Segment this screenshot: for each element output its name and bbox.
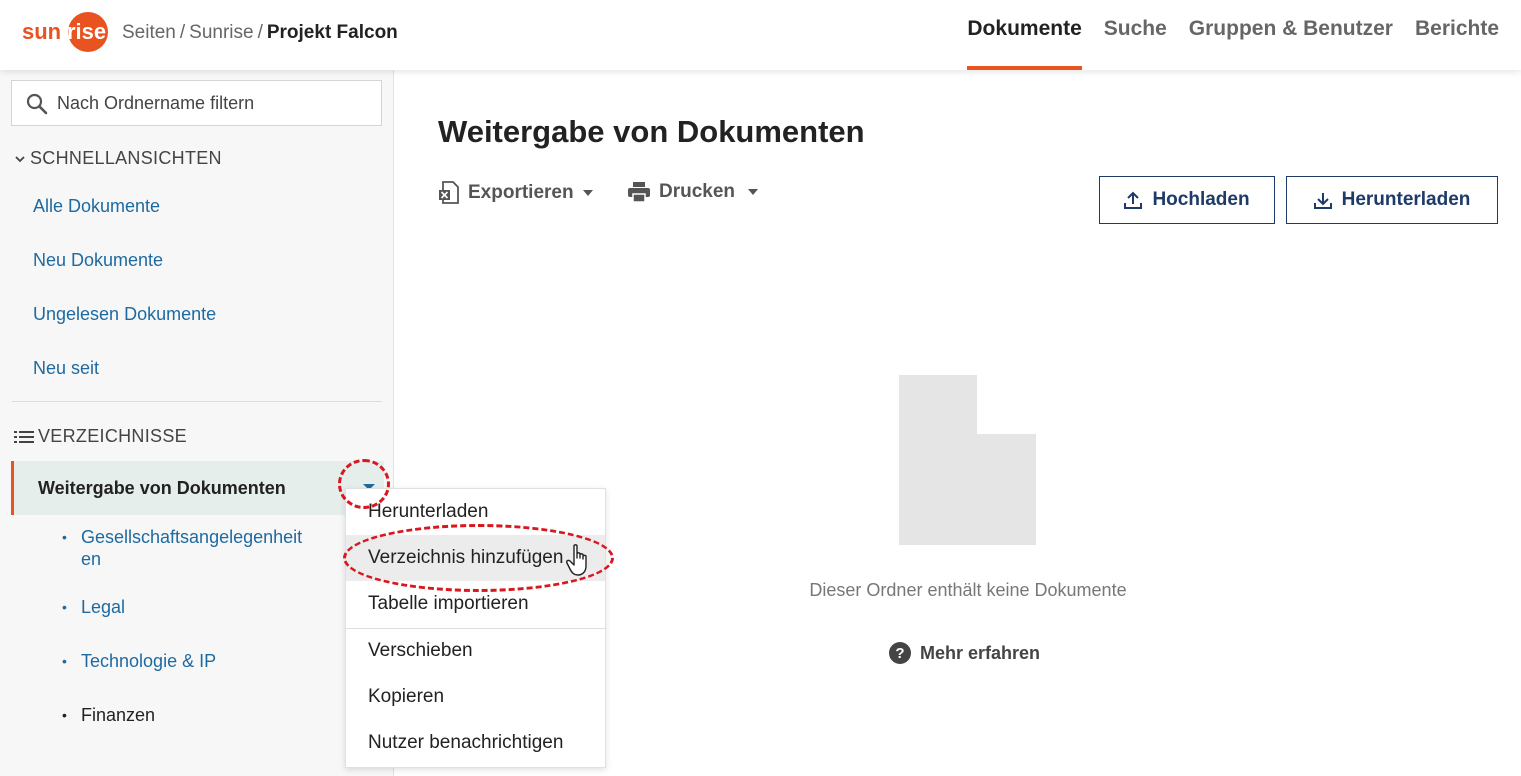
top-navigation: Dokumente Suche Gruppen & Benutzer Beric…: [967, 0, 1499, 70]
svg-text:rise: rise: [67, 19, 106, 44]
bullet-icon: •: [62, 529, 67, 545]
empty-document-icon: [899, 375, 1036, 545]
folder-item-label: Finanzen: [81, 705, 156, 725]
page-title: Weitergabe von Dokumenten: [438, 114, 865, 149]
breadcrumb: Seiten / Sunrise / Projekt Falcon: [122, 22, 398, 44]
print-menu[interactable]: Drucken: [627, 181, 759, 203]
directories-title: VERZEICHNISSE: [38, 426, 187, 446]
sidebar: SCHNELLANSICHTEN Alle Dokumente Neu Doku…: [0, 70, 394, 776]
sidebar-divider: [12, 401, 382, 402]
folder-item-finance[interactable]: • Finanzen: [62, 704, 155, 726]
folder-filter-input[interactable]: [57, 89, 367, 117]
export-label: Exportieren: [468, 182, 574, 203]
quick-view-new-documents[interactable]: Neu Dokumente: [33, 250, 163, 271]
menu-item-import-table[interactable]: Tabelle importieren: [346, 581, 605, 627]
directories-header: VERZEICHNISSE: [14, 426, 187, 447]
svg-text:?: ?: [895, 645, 904, 662]
breadcrumb-current: Projekt Falcon: [266, 22, 398, 43]
hand-cursor-icon: [566, 544, 587, 576]
quick-views-title: SCHNELLANSICHTEN: [30, 148, 222, 168]
upload-icon: [1124, 191, 1143, 209]
menu-item-move[interactable]: Verschieben: [346, 628, 605, 674]
upload-button[interactable]: Hochladen: [1099, 176, 1275, 224]
download-label: Herunterladen: [1341, 189, 1471, 210]
learn-more-label: Mehr erfahren: [920, 642, 1041, 663]
upload-label: Hochladen: [1152, 189, 1250, 210]
download-button[interactable]: Herunterladen: [1286, 176, 1498, 224]
quick-view-unread-documents[interactable]: Ungelesen Dokumente: [33, 304, 216, 325]
folder-item-corporate[interactable]: • Gesellschaftsangelegenheit en: [62, 526, 332, 570]
folder-item-technology[interactable]: • Technologie & IP: [62, 650, 216, 672]
bullet-icon: •: [62, 707, 67, 723]
list-icon: [14, 430, 34, 443]
folder-filter: [11, 80, 382, 126]
breadcrumb-separator: /: [179, 22, 186, 43]
breadcrumb-item-sunrise[interactable]: Sunrise: [189, 22, 253, 43]
folder-item-label: Technologie & IP: [81, 651, 217, 671]
bullet-icon: •: [62, 599, 67, 615]
folder-item-label: Weitergabe von Dokumenten: [38, 478, 286, 498]
quick-views-header[interactable]: SCHNELLANSICHTEN: [14, 148, 222, 169]
print-label: Drucken: [659, 181, 736, 202]
nav-groups-users[interactable]: Gruppen & Benutzer: [1189, 0, 1393, 70]
sunrise-logo[interactable]: sun rise: [20, 12, 110, 52]
breadcrumb-item-pages[interactable]: Seiten: [122, 22, 176, 43]
caret-down-icon: [748, 189, 759, 195]
menu-item-download[interactable]: Herunterladen: [346, 489, 605, 535]
help-icon: ?: [889, 642, 911, 664]
folder-context-menu: Herunterladen Verzeichnis hinzufügen Tab…: [345, 488, 606, 768]
quick-view-new-since[interactable]: Neu seit: [33, 358, 99, 379]
excel-file-icon: [439, 181, 459, 204]
learn-more-link[interactable]: ? Mehr erfahren: [888, 641, 1040, 665]
nav-search[interactable]: Suche: [1104, 0, 1167, 70]
empty-folder-message: Dieser Ordner enthält keine Dokumente: [809, 580, 1127, 600]
folder-item-legal[interactable]: • Legal: [62, 596, 125, 618]
svg-text:sun: sun: [22, 19, 61, 44]
bullet-icon: •: [62, 653, 67, 669]
export-menu[interactable]: Exportieren: [438, 181, 594, 205]
chevron-down-icon: [15, 155, 25, 162]
search-icon: [26, 93, 48, 115]
nav-documents[interactable]: Dokumente: [967, 0, 1083, 70]
folder-item-label: Gesellschaftsangelegenheit: [81, 527, 303, 547]
menu-item-notify-users[interactable]: Nutzer benachrichtigen: [346, 720, 605, 766]
printer-icon: [628, 182, 650, 203]
quick-view-all-documents[interactable]: Alle Dokumente: [33, 196, 160, 217]
menu-item-copy[interactable]: Kopieren: [346, 674, 605, 720]
folder-item-label-continued: en: [81, 549, 102, 569]
folder-item-label: Legal: [81, 597, 126, 617]
caret-down-icon: [582, 190, 593, 196]
download-icon: [1313, 193, 1332, 209]
app-header: sun rise Seiten / Sunrise / Projekt Falcon D…: [0, 0, 1521, 70]
breadcrumb-separator: /: [257, 22, 263, 43]
nav-reports[interactable]: Berichte: [1415, 0, 1499, 70]
folder-item-active[interactable]: Weitergabe von Dokumenten: [11, 461, 384, 515]
